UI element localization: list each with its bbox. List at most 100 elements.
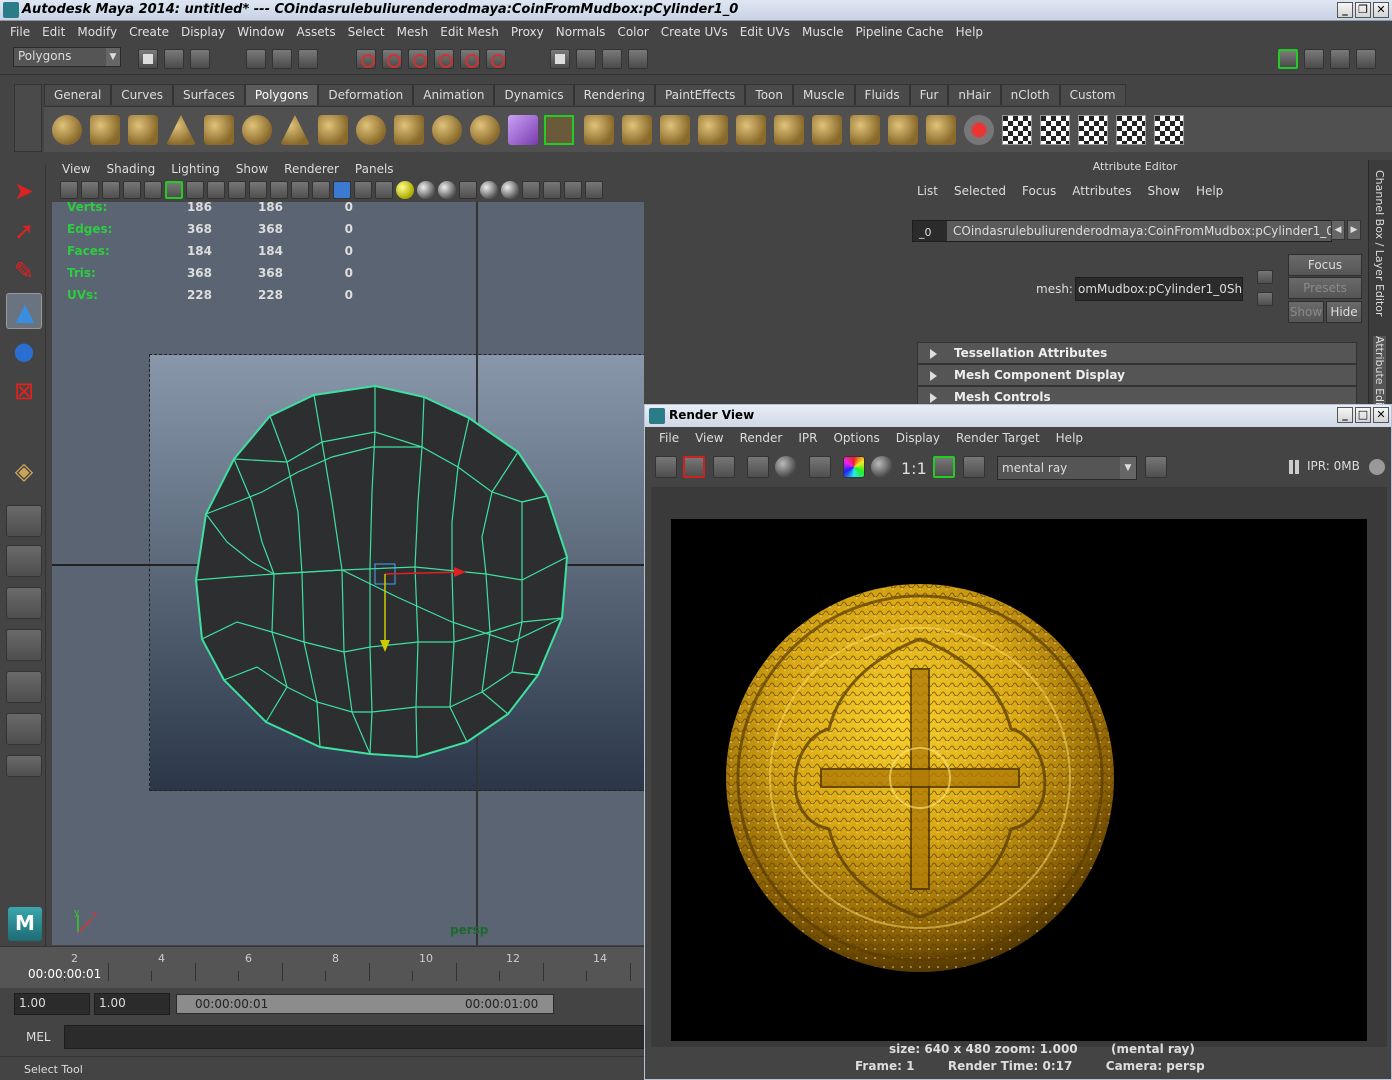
smooth-shade-icon[interactable] (333, 181, 351, 199)
playback-start-field[interactable]: 1.00 (94, 993, 170, 1015)
shelf-tab-animation[interactable]: Animation (413, 84, 495, 105)
menu-select[interactable]: Select (342, 25, 391, 39)
ae-section-mesh-component-display[interactable]: Mesh Component Display (917, 364, 1357, 386)
chevron-right-icon[interactable]: ▶ (1347, 220, 1361, 240)
fill-hole-icon[interactable] (926, 115, 956, 145)
viewport-menu-show[interactable]: Show (228, 162, 276, 176)
new-scene-icon[interactable] (138, 49, 158, 69)
viewport-menu-renderer[interactable]: Renderer (276, 162, 347, 176)
shelf-tab-painteffects[interactable]: PaintEffects (654, 84, 746, 105)
channel-box-toggle-icon[interactable] (1356, 49, 1376, 69)
screen-space-ao-icon[interactable] (438, 181, 456, 199)
shelf-tab-muscle[interactable]: Muscle (793, 84, 855, 105)
ae-menu-selected[interactable]: Selected (946, 184, 1014, 198)
camera-attributes-icon[interactable] (60, 181, 78, 199)
move-tool[interactable]: ▲ (6, 293, 42, 329)
render-settings-icon[interactable] (1145, 456, 1167, 478)
image-plane-icon[interactable] (102, 181, 120, 199)
merge-to-center-icon[interactable] (850, 115, 880, 145)
menu-edit-uvs[interactable]: Edit UVs (734, 25, 796, 39)
ae-menu-help[interactable]: Help (1188, 184, 1231, 198)
wireframe-on-shaded-icon[interactable] (354, 181, 372, 199)
close-button[interactable]: ✕ (1373, 2, 1389, 18)
remove-image-icon[interactable] (963, 456, 985, 478)
animation-start-field[interactable]: 1.00 (14, 993, 90, 1015)
select-tool[interactable]: ➤ (6, 173, 42, 209)
combine-icon[interactable] (394, 115, 424, 145)
cylindrical-mapping-icon[interactable] (1040, 115, 1070, 145)
hypershade-icon[interactable] (628, 49, 648, 69)
rv-menu-ipr[interactable]: IPR (790, 431, 825, 445)
depth-of-field-icon[interactable] (501, 181, 519, 199)
textured-icon[interactable] (375, 181, 393, 199)
viewport-menu-lighting[interactable]: Lighting (163, 162, 228, 176)
append-polygon-icon[interactable] (622, 115, 652, 145)
rv-menu-options[interactable]: Options (825, 431, 887, 445)
render-settings-icon[interactable] (602, 49, 622, 69)
poly-torus-icon[interactable] (242, 115, 272, 145)
restore-button[interactable]: ❐ (1355, 2, 1371, 18)
extract-icon[interactable] (470, 115, 500, 145)
menu-create[interactable]: Create (123, 25, 175, 39)
select-hierarchy-icon[interactable] (246, 49, 266, 69)
wireframe-icon[interactable] (312, 181, 330, 199)
lasso-tool[interactable]: ➚ (6, 213, 42, 249)
ae-menu-show[interactable]: Show (1140, 184, 1188, 198)
node-tab[interactable]: _0 COindasrulebuliurenderodmaya:CoinFrom… (912, 220, 1332, 242)
poly-plane-icon[interactable] (204, 115, 234, 145)
renderer-select[interactable]: mental ray ▼ (997, 456, 1137, 480)
shelf-menu-handle[interactable] (14, 84, 42, 152)
separate-icon[interactable] (432, 115, 462, 145)
mesh-name-field[interactable]: omMudbox:pCylinder1_0Shape (1075, 277, 1243, 301)
ipr-render-icon[interactable] (747, 456, 769, 478)
poly-pyramid-icon[interactable] (280, 115, 310, 145)
ae-section-tessellation-attributes[interactable]: Tessellation Attributes (917, 342, 1357, 364)
input-connection-icon[interactable] (1257, 270, 1273, 284)
snap-view-plane-icon[interactable] (434, 49, 454, 69)
pause-icon[interactable] (1287, 460, 1301, 474)
mel-input[interactable] (64, 1025, 654, 1049)
menu-help[interactable]: Help (950, 25, 989, 39)
ae-menu-focus[interactable]: Focus (1014, 184, 1064, 198)
save-scene-icon[interactable] (190, 49, 210, 69)
insert-edge-loop-icon[interactable] (698, 115, 728, 145)
render-current-frame-icon[interactable] (550, 49, 570, 69)
bevel-icon[interactable] (774, 115, 804, 145)
select-object-icon[interactable] (272, 49, 292, 69)
minimize-button[interactable]: _ (1337, 2, 1353, 18)
channel-box-tab[interactable]: Channel Box / Layer Editor (1373, 170, 1386, 317)
shelf-tab-fluids[interactable]: Fluids (854, 84, 910, 105)
viewport-menu-view[interactable]: View (54, 162, 98, 176)
viewport-menu-shading[interactable]: Shading (98, 162, 163, 176)
grid-toggle-icon[interactable] (165, 181, 183, 199)
layout-hypershade-persp[interactable] (6, 671, 42, 703)
menu-create-uvs[interactable]: Create UVs (655, 25, 734, 39)
menu-file[interactable]: File (4, 25, 36, 39)
menu-normals[interactable]: Normals (550, 25, 612, 39)
rv-menu-render-target[interactable]: Render Target (948, 431, 1048, 445)
real-size-button[interactable]: 1:1 (901, 459, 927, 478)
menu-set-select[interactable]: Polygons ▼ (13, 47, 121, 67)
two-d-pan-icon[interactable] (123, 181, 141, 199)
uv-texture-editor-icon[interactable] (1154, 115, 1184, 145)
open-scene-icon[interactable] (164, 49, 184, 69)
minimize-button[interactable]: _ (1337, 407, 1353, 423)
poly-cylinder-icon[interactable] (128, 115, 158, 145)
safe-action-icon[interactable] (270, 181, 288, 199)
rv-menu-view[interactable]: View (687, 431, 731, 445)
shelf-tab-surfaces[interactable]: Surfaces (172, 84, 245, 105)
shelf-tab-general[interactable]: General (44, 84, 112, 105)
gate-mask-icon[interactable] (228, 181, 246, 199)
snapshot-icon[interactable] (713, 456, 735, 478)
rv-menu-display[interactable]: Display (888, 431, 948, 445)
menu-modify[interactable]: Modify (71, 25, 123, 39)
xray-icon[interactable] (543, 181, 561, 199)
ae-menu-list[interactable]: List (909, 184, 946, 198)
shelf-tab-dynamics[interactable]: Dynamics (494, 84, 574, 105)
poly-cone-icon[interactable] (166, 115, 196, 145)
focus-button[interactable]: Focus (1288, 254, 1362, 276)
poly-soccer-ball-icon[interactable] (356, 115, 386, 145)
snap-curve-icon[interactable] (382, 49, 402, 69)
rv-menu-help[interactable]: Help (1048, 431, 1091, 445)
keep-image-icon[interactable] (933, 456, 955, 478)
